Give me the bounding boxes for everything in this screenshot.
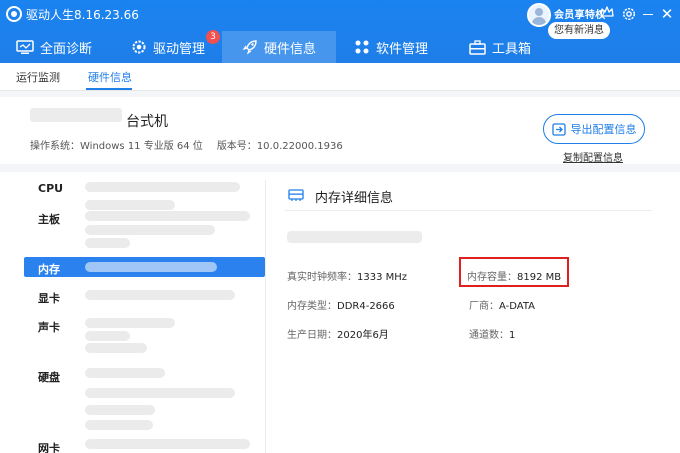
redacted-disk-detail xyxy=(85,388,235,398)
machine-type: 台式机 xyxy=(126,114,168,130)
category-cpu[interactable]: CPU xyxy=(38,182,63,195)
divider-band xyxy=(0,91,680,97)
vendor-label: 厂商： xyxy=(469,301,499,312)
tab-label: 硬件信息 xyxy=(263,41,316,57)
active-subtab-indicator xyxy=(86,88,132,90)
app-title: 驱动人生8.16.23.66 xyxy=(26,8,139,22)
redacted-disk-extra2 xyxy=(85,420,153,430)
copy-config-link[interactable]: 复制配置信息 xyxy=(563,149,623,164)
frequency-label: 真实时钟频率： xyxy=(287,272,357,283)
export-label: 导出配置信息 xyxy=(570,123,637,136)
app-logo-icon xyxy=(6,6,22,22)
field-vendor: 厂商：A-DATA xyxy=(469,297,535,312)
frequency-value: 1333 MHz xyxy=(357,272,408,283)
export-config-button[interactable]: 导出配置信息 xyxy=(543,114,645,144)
app-header: 驱动人生8.16.23.66 会员享特权 您有新消息 ✕ 全面诊断 驱动管理 硬… xyxy=(0,0,680,63)
crown-icon xyxy=(600,6,614,17)
version-value: 10.0.22000.1936 xyxy=(256,141,343,152)
redacted-network-name xyxy=(85,439,250,449)
panel-divider xyxy=(285,210,652,211)
tab-hardware-info[interactable]: 硬件信息 xyxy=(222,31,336,63)
type-value: DDR4-2666 xyxy=(337,301,395,312)
subtab-run-monitor[interactable]: 运行监测 xyxy=(16,69,60,85)
settings-gear-icon[interactable] xyxy=(621,6,637,22)
tab-label: 软件管理 xyxy=(375,41,428,57)
os-label: 操作系统： xyxy=(30,141,80,152)
user-avatar[interactable] xyxy=(527,3,551,27)
memory-module-icon xyxy=(288,189,304,201)
redacted-memory-name xyxy=(85,262,217,272)
divider-band xyxy=(0,164,680,172)
os-value: Windows 11 专业版 64 位 xyxy=(80,141,203,152)
driver-update-badge: 3 xyxy=(206,30,220,44)
redacted-cpu-detail xyxy=(85,200,175,210)
version-label: 版本号： xyxy=(216,141,257,152)
redacted-disk-extra xyxy=(85,405,155,415)
title-bar: 驱动人生8.16.23.66 会员享特权 您有新消息 ✕ xyxy=(0,0,680,39)
tab-software-management[interactable]: 软件管理 xyxy=(338,31,444,63)
channels-label: 通道数： xyxy=(469,330,509,341)
category-network[interactable]: 网卡 xyxy=(38,440,60,453)
tab-full-diagnosis[interactable]: 全面诊断 xyxy=(0,31,108,63)
redacted-gpu-name xyxy=(85,290,235,300)
vip-privilege-link[interactable]: 会员享特权 xyxy=(554,6,606,21)
machine-name-redacted xyxy=(30,108,122,122)
field-frequency: 真实时钟频率：1333 MHz xyxy=(287,268,407,283)
os-info-line: 操作系统：Windows 11 专业版 64 位 版本号：10.0.22000.1… xyxy=(30,137,343,152)
sub-tabs: 运行监测 硬件信息 xyxy=(0,63,680,91)
redacted-cpu-name xyxy=(85,182,240,192)
category-disk[interactable]: 硬盘 xyxy=(38,369,60,385)
main-nav: 全面诊断 驱动管理 硬件信息 软件管理 工具箱 xyxy=(0,31,680,63)
tab-toolbox[interactable]: 工具箱 xyxy=(455,31,545,63)
export-icon xyxy=(551,122,566,136)
rocket-icon xyxy=(242,40,257,55)
subtab-hardware-info[interactable]: 硬件信息 xyxy=(88,69,132,85)
channels-value: 1 xyxy=(509,330,516,341)
tab-label: 工具箱 xyxy=(491,41,531,57)
redacted-board-name xyxy=(85,211,250,221)
tab-label: 驱动管理 xyxy=(152,41,205,57)
redacted-sound-name xyxy=(85,318,175,328)
date-value: 2020年6月 xyxy=(337,330,389,341)
redacted-sound-detail xyxy=(85,331,130,341)
column-divider xyxy=(265,180,266,453)
vendor-value: A-DATA xyxy=(499,301,535,312)
redacted-disk-name xyxy=(85,368,165,378)
category-sound-card[interactable]: 声卡 xyxy=(38,319,60,335)
redacted-board-detail xyxy=(85,225,215,235)
minimize-button[interactable] xyxy=(641,6,655,22)
toolbox-icon xyxy=(469,39,486,55)
memory-detail-title: 内存详细信息 xyxy=(315,191,394,206)
date-label: 生产日期： xyxy=(287,330,337,341)
type-label: 内存类型： xyxy=(287,301,337,312)
tab-label: 全面诊断 xyxy=(39,41,92,57)
apps-icon xyxy=(355,40,369,54)
redacted-memory-spec xyxy=(287,231,422,243)
field-memory-type: 内存类型：DDR4-2666 xyxy=(287,297,395,312)
category-gpu[interactable]: 显卡 xyxy=(38,290,60,306)
category-motherboard[interactable]: 主板 xyxy=(38,211,60,227)
capacity-highlight-box xyxy=(459,257,569,287)
redacted-sound-extra xyxy=(85,343,147,353)
close-button[interactable]: ✕ xyxy=(659,6,675,22)
field-manufacture-date: 生产日期：2020年6月 xyxy=(287,326,389,341)
gear-icon xyxy=(132,40,146,54)
field-channels: 通道数：1 xyxy=(469,326,515,341)
category-memory[interactable]: 内存 xyxy=(38,261,60,277)
monitor-icon xyxy=(16,39,34,54)
redacted-board-extra xyxy=(85,238,130,248)
